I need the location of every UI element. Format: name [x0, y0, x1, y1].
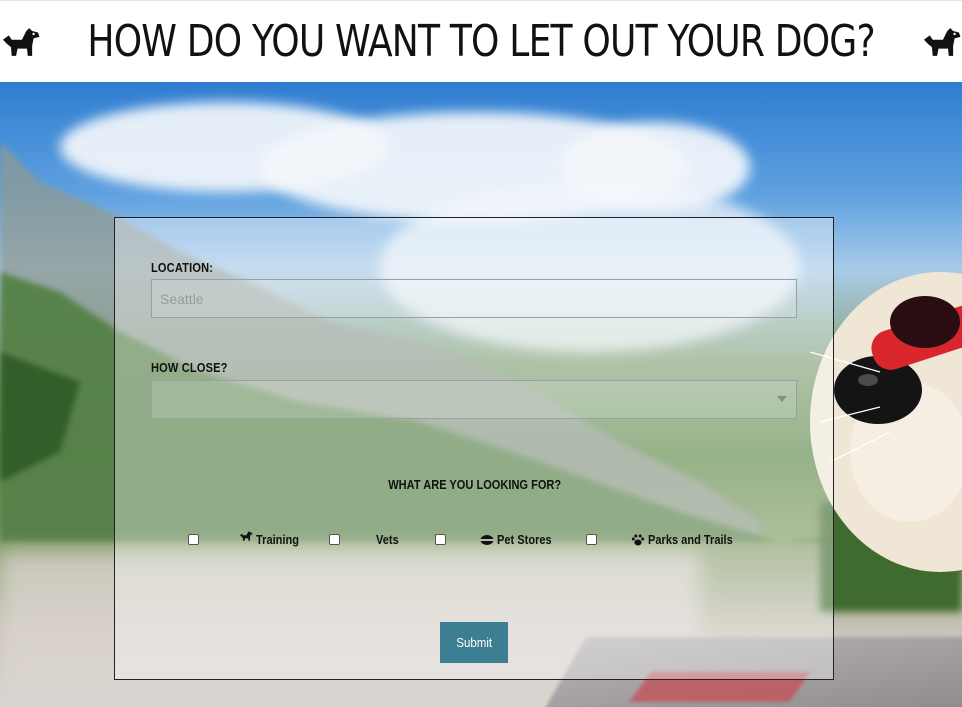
vets-checkbox[interactable] — [329, 534, 340, 545]
training-checkbox[interactable] — [188, 534, 199, 545]
submit-button[interactable]: Submit — [440, 622, 508, 663]
page-header: HOW DO YOU WANT TO LET OUT YOUR DOG? — [0, 0, 962, 82]
option-label: Vets — [376, 532, 399, 547]
dog-icon — [240, 530, 253, 541]
search-form-panel: LOCATION: HOW CLOSE? WHAT ARE YOU LOOKIN… — [114, 217, 834, 680]
option-pet-stores: Pet Stores — [435, 532, 561, 547]
bowl-icon — [480, 534, 494, 545]
option-label: Pet Stores — [497, 532, 552, 547]
page-title: HOW DO YOU WANT TO LET OUT YOUR DOG? — [87, 15, 875, 67]
option-parks-trails: Parks and Trails — [586, 532, 748, 547]
dog-icon — [2, 27, 40, 56]
looking-for-label: WHAT ARE YOU LOOKING FOR? — [388, 477, 562, 492]
option-label: Parks and Trails — [648, 532, 733, 547]
distance-select[interactable] — [151, 380, 797, 419]
distance-label: HOW CLOSE? — [151, 360, 228, 375]
location-label: LOCATION: — [151, 260, 214, 275]
option-vets: Vets — [329, 532, 403, 547]
paw-icon — [631, 534, 645, 545]
dog-icon — [924, 27, 961, 56]
parks-trails-checkbox[interactable] — [586, 534, 597, 545]
option-label: Training — [256, 532, 299, 547]
location-input[interactable] — [151, 279, 797, 318]
option-training: Training — [188, 530, 307, 547]
pet-stores-checkbox[interactable] — [435, 534, 446, 545]
chevron-down-icon — [777, 396, 787, 402]
